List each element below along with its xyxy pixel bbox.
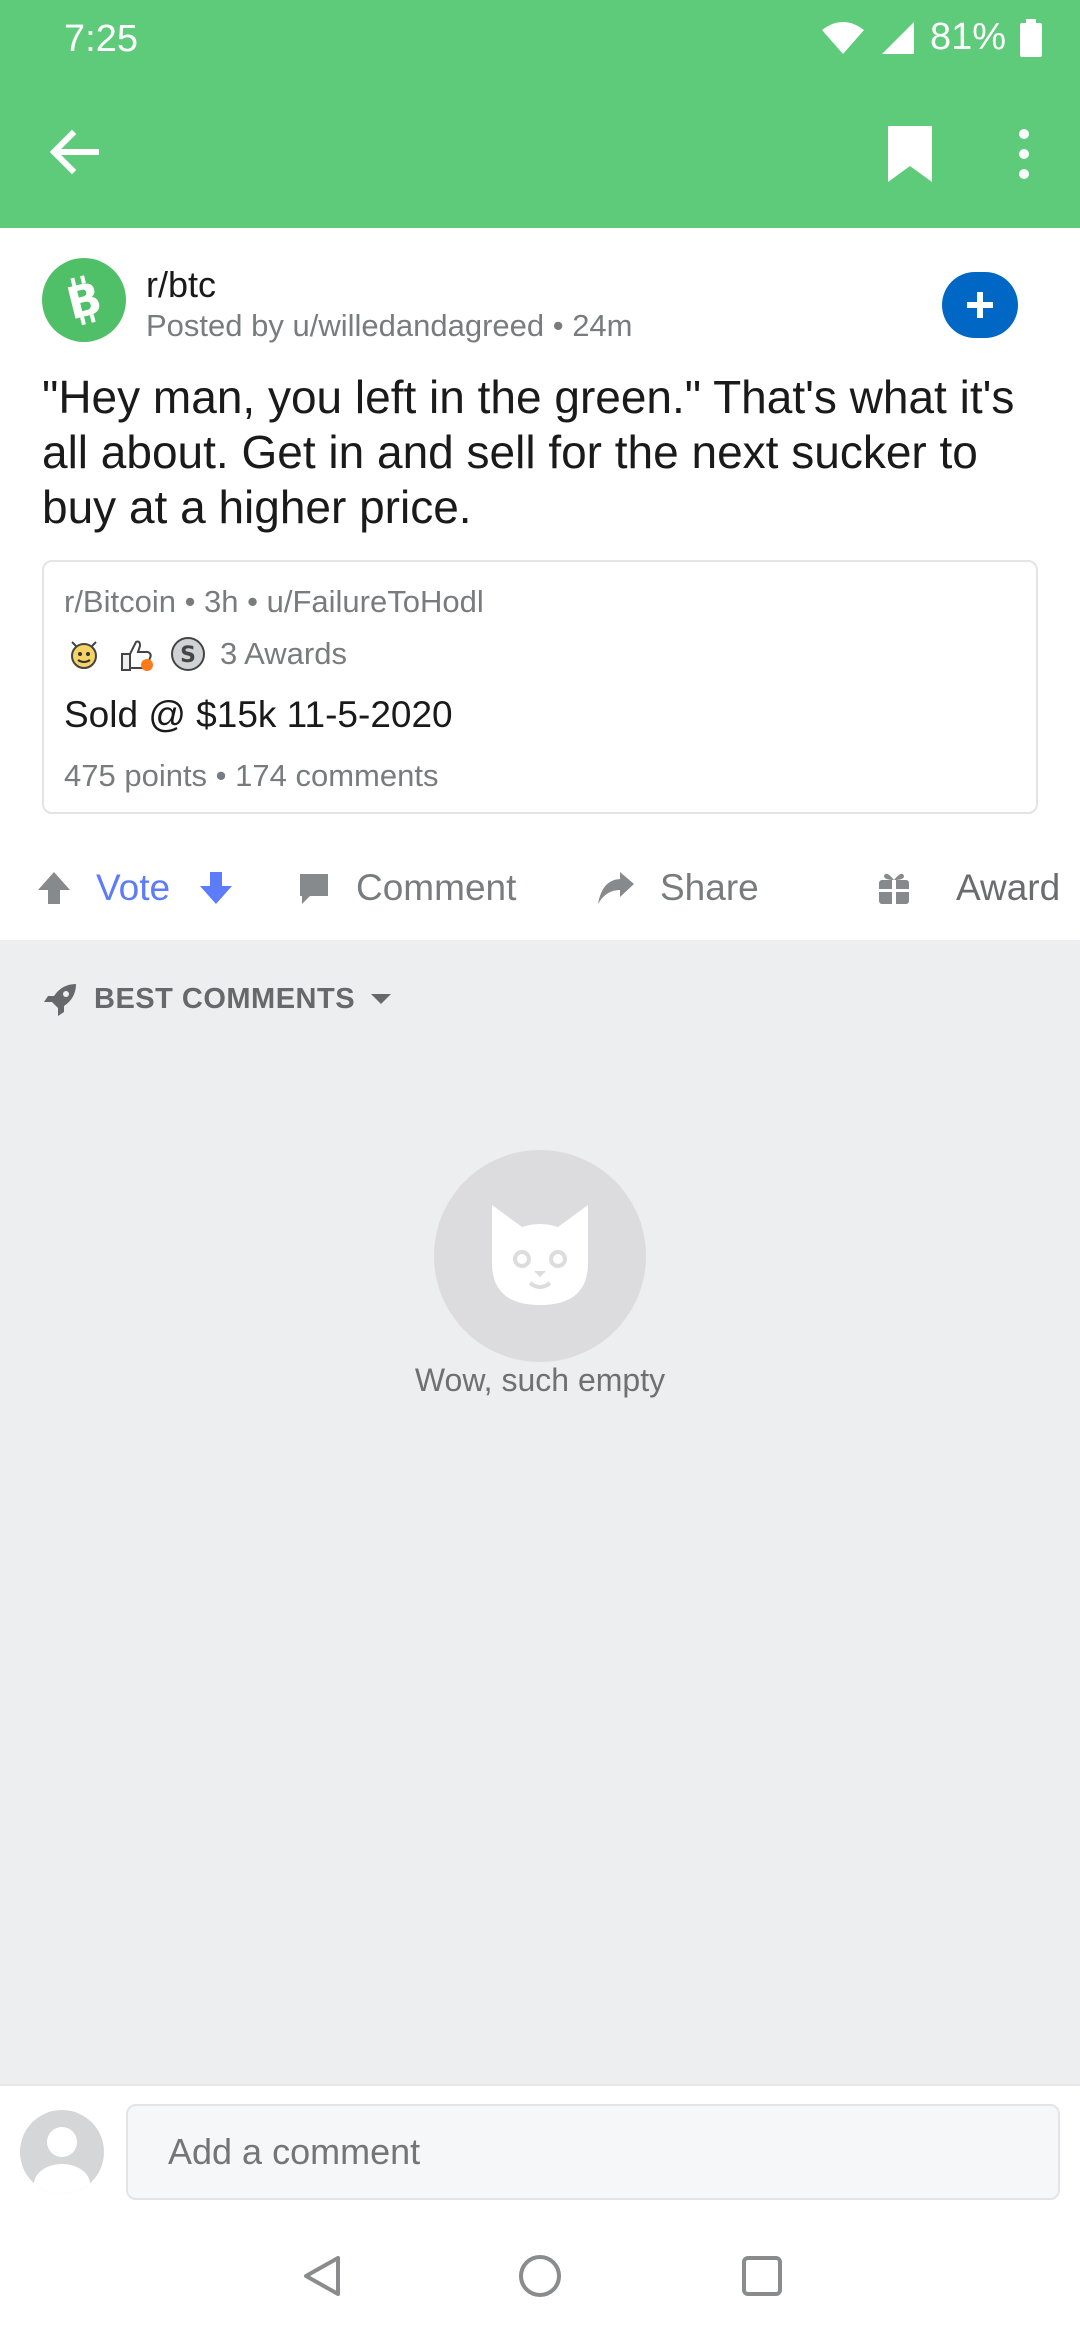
empty-state-illustration <box>434 1150 646 1362</box>
chevron-down-icon <box>371 994 392 1004</box>
subreddit-name[interactable]: r/btc <box>146 264 216 306</box>
share-label: Share <box>660 867 759 908</box>
user-avatar-icon[interactable] <box>20 2110 104 2194</box>
more-vert-icon[interactable] <box>1004 124 1044 184</box>
upvote-icon[interactable] <box>36 870 72 906</box>
award-silver-icon: S <box>171 637 205 671</box>
cat-icon <box>492 1205 588 1305</box>
status-icons: 81% <box>820 16 1042 59</box>
crosspost-meta: r/Bitcoin • 3h • u/FailureToHodl <box>64 584 484 619</box>
post-author-meta[interactable]: Posted by u/willedandagreed • 24m <box>146 308 633 344</box>
award-wholesome-icon <box>71 641 97 669</box>
svg-text:S: S <box>180 643 196 668</box>
wifi-icon <box>821 21 864 54</box>
add-comment-input[interactable] <box>126 2104 1060 2200</box>
subreddit-avatar[interactable]: B <box>42 258 126 342</box>
comment-button[interactable]: Comment <box>296 848 516 928</box>
battery-percent: 81% <box>929 16 1006 58</box>
award-button[interactable]: Award <box>876 848 1060 928</box>
system-navigation-bar <box>0 2212 1080 2340</box>
nav-recents-icon[interactable] <box>738 2252 786 2300</box>
crosspost-stats: 475 points • 174 comments <box>64 758 439 793</box>
award-label: Award <box>956 867 1061 908</box>
share-button[interactable]: Share <box>596 848 759 928</box>
comment-sort-selector[interactable]: BEST COMMENTS <box>42 980 393 1018</box>
post-title[interactable]: "Hey man, you left in the green." That's… <box>42 370 1042 535</box>
rocket-icon <box>44 984 76 1016</box>
share-icon <box>598 872 634 904</box>
crosspost-title: Sold @ $15k 11-5-2020 <box>64 694 453 735</box>
nav-home-icon[interactable] <box>516 2252 564 2300</box>
empty-state-text: Wow, such empty <box>414 1362 666 1398</box>
award-thumbs-up-icon <box>121 640 153 671</box>
nav-back-icon[interactable] <box>298 2252 346 2300</box>
awards-count: 3 Awards <box>220 636 347 671</box>
signal-icon <box>881 21 914 54</box>
back-arrow-icon[interactable] <box>44 122 104 182</box>
bookmark-icon[interactable] <box>884 122 936 186</box>
avatar-silhouette <box>34 2127 90 2194</box>
status-bar: 7:25 81% <box>0 0 1080 80</box>
comment-compose-bar <box>0 2084 1080 2212</box>
comment-icon <box>300 874 328 904</box>
post-card: B r/btc Posted by u/willedandagreed • 24… <box>0 228 1080 940</box>
crosspost-card[interactable]: r/Bitcoin • 3h • u/FailureToHodl S 3 Awa… <box>42 560 1038 814</box>
app-bar <box>0 80 1080 228</box>
crosspost-awards: S 3 Awards <box>64 634 347 674</box>
vote-label: Vote <box>96 867 171 908</box>
join-subreddit-button[interactable] <box>942 272 1018 338</box>
post-actions-bar: Vote Comment Share Award <box>0 848 1080 928</box>
bitcoin-cash-icon: B <box>62 273 107 328</box>
gift-icon <box>879 873 909 904</box>
comment-label: Comment <box>356 867 517 908</box>
comment-sort-label: BEST COMMENTS <box>94 982 356 1015</box>
battery-icon <box>1020 18 1042 57</box>
plus-icon <box>967 292 993 318</box>
status-time: 7:25 <box>64 18 138 60</box>
downvote-icon[interactable] <box>198 870 234 906</box>
